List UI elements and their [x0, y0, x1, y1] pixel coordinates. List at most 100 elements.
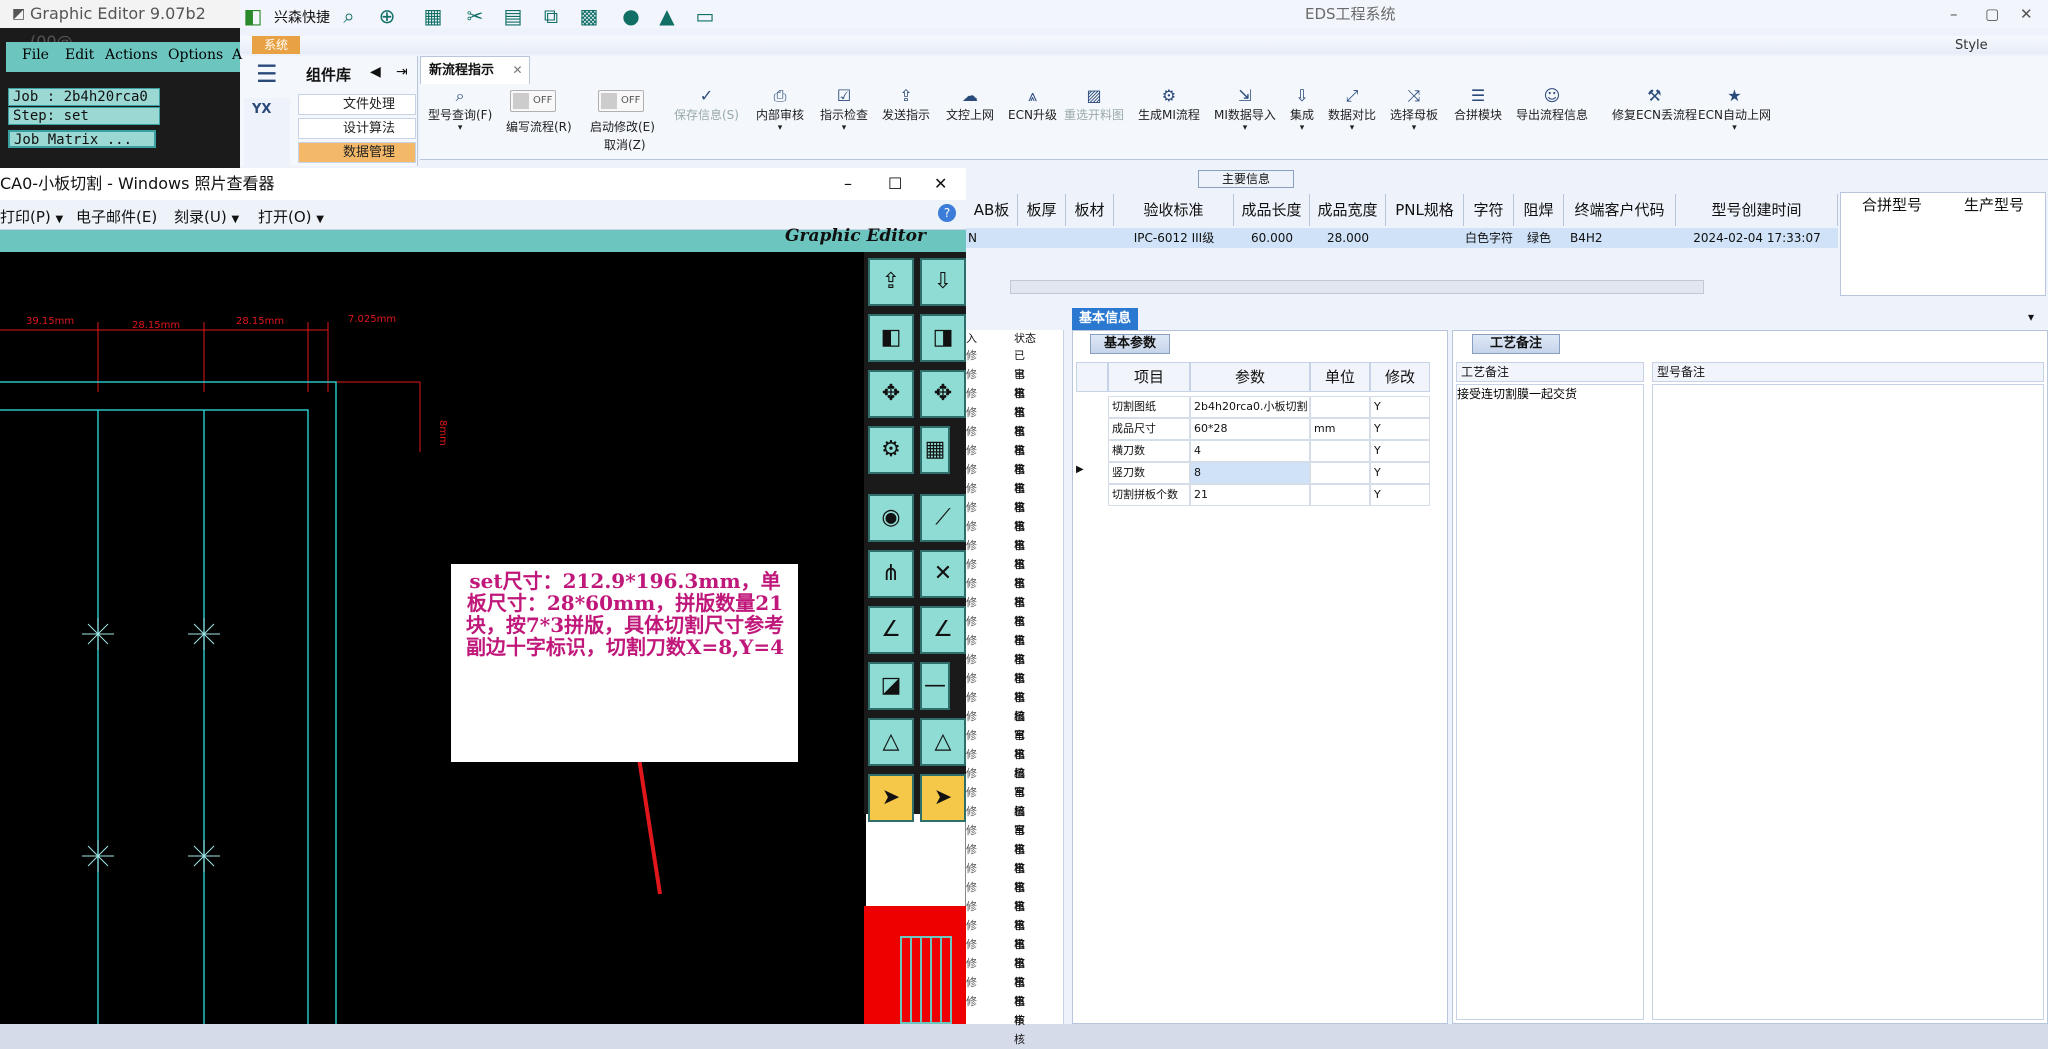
user-icon[interactable]: ● [618, 4, 644, 28]
status-cell[interactable]: 已编写 [1014, 688, 1025, 742]
status-cell[interactable]: 已审核 [1014, 878, 1025, 932]
status-cell[interactable]: 已审核 [1014, 707, 1025, 761]
tab-basic-params[interactable]: 基本参数 [1090, 334, 1170, 354]
ribbon-ecn-auto[interactable]: ★ ECN自动上网 ▾ [1698, 86, 1771, 133]
status-header[interactable]: 状态 [1014, 330, 1036, 346]
col-header-created[interactable]: 型号创建时间 [1676, 194, 1838, 226]
status-cell[interactable]: 已审核 [1014, 897, 1025, 951]
pin-icon[interactable]: ⇥ [396, 64, 408, 80]
ribbon-export-flow[interactable]: ☺ 导出流程信息 [1516, 86, 1588, 123]
param-unit[interactable] [1310, 440, 1370, 462]
col-header-length[interactable]: 成品长度 [1234, 194, 1310, 226]
hamburger-icon[interactable]: ☰ [256, 60, 286, 88]
angle2-icon[interactable]: ∠ [920, 606, 966, 654]
col-header-width[interactable]: 成品宽度 [1310, 194, 1386, 226]
param-modify[interactable]: Y [1370, 396, 1430, 418]
status-cell[interactable]: 已审核 [1014, 422, 1025, 476]
status-cell[interactable]: 已审核 [1014, 973, 1025, 1027]
line-icon[interactable]: ⟋ [920, 494, 966, 542]
triangle2-icon[interactable]: △ [920, 718, 966, 766]
circle-icon[interactable]: ◉ [868, 494, 914, 542]
status-cell[interactable]: 已审核 [1014, 460, 1025, 514]
status-cell[interactable]: 已审核 [1014, 992, 1025, 1046]
menu-actions[interactable]: Actions [105, 47, 158, 63]
ribbon-generate-mi[interactable]: ⚙ 生成MI流程 [1138, 86, 1200, 123]
status-cell[interactable]: 已审核 [1014, 726, 1025, 780]
library-item-files[interactable]: 文件处理 [298, 94, 416, 115]
search-icon[interactable]: ⌕ [336, 4, 362, 28]
status-cell[interactable]: 已审核 [1014, 498, 1025, 552]
tab-craft-notes[interactable]: 工艺备注 [1472, 334, 1560, 354]
lifebuoy-icon[interactable]: ⊕ [374, 4, 400, 28]
library-item-design[interactable]: 设计算法 [298, 118, 416, 139]
params-header-item[interactable]: 项目 [1108, 362, 1190, 392]
status-cell[interactable]: 已审核 [1014, 764, 1025, 818]
status-cell[interactable]: 已审核 [1014, 631, 1025, 685]
expand-icon[interactable]: ✥ [920, 370, 966, 418]
param-value[interactable]: 8 [1190, 462, 1310, 484]
col-header-thickness[interactable]: 板厚 [1018, 194, 1066, 226]
status-cell[interactable]: 已审核 [1014, 365, 1025, 419]
col-header-ab[interactable]: AB板 [966, 194, 1018, 226]
node-icon[interactable]: ⋔ [868, 550, 914, 598]
status-cell[interactable]: 已审核 [1014, 555, 1025, 609]
job-matrix-button[interactable]: Job Matrix ... [8, 130, 156, 148]
pointer-icon[interactable]: ➤ [868, 774, 914, 822]
menu-options[interactable]: Options [168, 47, 223, 63]
ribbon-merge-module[interactable]: ☰ 合拼模块 [1454, 86, 1502, 123]
scissors-icon[interactable]: ✂ [462, 4, 488, 28]
status-cell[interactable]: 已审核 [1014, 916, 1025, 970]
status-cell[interactable]: 已编写 [1014, 745, 1025, 799]
param-value[interactable]: 60*28 [1190, 418, 1310, 440]
move-icon[interactable]: ✥ [868, 370, 914, 418]
down-arrow-icon[interactable]: ⇩ [920, 258, 966, 306]
ribbon-select-mother[interactable]: ⤨ 选择母板 ▾ [1390, 86, 1438, 133]
toggle-start-modify[interactable]: OFF [598, 90, 644, 112]
close-tab-icon[interactable]: ✕ [513, 63, 523, 77]
param-unit[interactable] [1310, 396, 1370, 418]
status-cell[interactable]: 已审核 [1014, 517, 1025, 571]
copy-icon[interactable]: ⧉ [538, 4, 564, 28]
menu-email[interactable]: 电子邮件(E) [76, 206, 157, 227]
maximize-icon[interactable]: ☐ [888, 168, 902, 200]
grid-icon[interactable]: ▦ [920, 426, 950, 474]
film-icon[interactable]: ▤ [500, 4, 526, 28]
menu-burn[interactable]: 刻录(U) ▼ [174, 206, 239, 227]
status-cell[interactable]: 已审核 [1014, 859, 1025, 913]
minimize-icon[interactable]: – [1950, 5, 1958, 23]
status-cell[interactable]: 已审核 [1014, 935, 1025, 989]
ribbon-cancel-label[interactable]: 取消(Z) [604, 136, 646, 153]
tab-new-flow[interactable]: 新流程指示 ✕ [420, 56, 530, 84]
ribbon-data-compare[interactable]: ⤢ 数据对比 ▾ [1328, 86, 1376, 133]
help-icon[interactable]: ? [938, 204, 956, 222]
chevron-down-icon[interactable]: ▾ [2028, 310, 2034, 324]
angle-icon[interactable]: ∠ [868, 606, 914, 654]
pointer2-icon[interactable]: ➤ [920, 774, 966, 822]
col-header-customer[interactable]: 终端客户代码 [1564, 194, 1676, 226]
status-cell[interactable]: 已审核 [1014, 574, 1025, 628]
model-note-field[interactable] [1652, 384, 2044, 1020]
status-cell[interactable]: 已审核 [1014, 479, 1025, 533]
col-header-pnl[interactable]: PNL规格 [1386, 194, 1464, 226]
params-header-modify[interactable]: 修改 [1370, 362, 1430, 392]
toggle-write-flow[interactable]: OFF [510, 90, 556, 112]
col-header-mask[interactable]: 阻焊 [1514, 194, 1564, 226]
status-cell[interactable]: 已审核 [1014, 441, 1025, 495]
param-modify[interactable]: Y [1370, 418, 1430, 440]
status-cell[interactable]: 已审核 [1014, 802, 1025, 856]
param-modify[interactable]: Y [1370, 440, 1430, 462]
ribbon-send-instruction[interactable]: ⇪ 发送指示 [882, 86, 930, 123]
menu-edit[interactable]: Edit [65, 47, 94, 63]
status-cell[interactable]: 已审核 [1014, 669, 1025, 723]
main-info-label[interactable]: 主要信息 [1198, 170, 1294, 188]
chart-icon[interactable]: ▲ [654, 4, 680, 28]
params-header-value[interactable]: 参数 [1190, 362, 1310, 392]
tab-basic-info[interactable]: 基本信息 [1072, 308, 1138, 330]
line-dash-icon[interactable]: — [920, 662, 950, 710]
status-cell[interactable]: 已审核 [1014, 612, 1025, 666]
param-modify[interactable]: Y [1370, 484, 1430, 506]
ribbon-mi-import[interactable]: ⇲ MI数据导入 ▾ [1214, 86, 1276, 133]
status-cell[interactable]: 已审核 [1014, 384, 1025, 438]
ribbon-integrate[interactable]: ⇩ 集成 ▾ [1290, 86, 1314, 133]
monitor-icon[interactable]: ▭ [692, 4, 718, 28]
